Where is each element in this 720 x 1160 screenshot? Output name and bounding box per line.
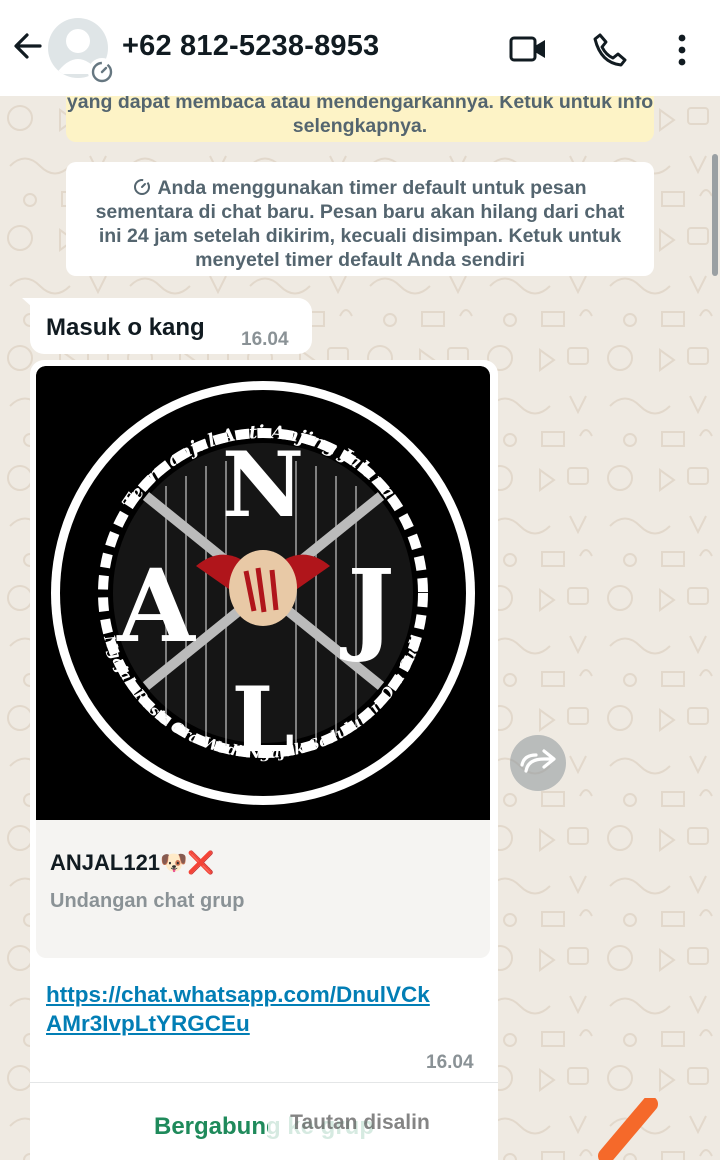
timer-notice-text: Anda menggunakan timer default untuk pes…	[95, 177, 625, 271]
back-button[interactable]	[10, 28, 46, 64]
kebab-menu-icon	[678, 34, 686, 66]
incoming-message[interactable]: Masuk o kang 16.04	[30, 298, 312, 354]
group-logo-image: N A J L Team anjal Anti Anjing Jalanan N…	[36, 366, 490, 820]
svg-text:A: A	[116, 547, 196, 665]
invite-subtitle: Undangan chat grup	[50, 890, 245, 912]
video-call-button[interactable]	[508, 30, 548, 70]
message-time: 16.04	[426, 1052, 474, 1073]
forward-arrow-icon	[520, 749, 556, 773]
svg-text:J: J	[339, 547, 394, 665]
disappearing-timer-icon	[91, 61, 113, 83]
group-photo[interactable]: N A J L Team anjal Anti Anjing Jalanan N…	[36, 366, 490, 820]
pen-stroke-mark	[598, 1098, 658, 1160]
more-options-button[interactable]	[662, 30, 702, 70]
message-text: Masuk o kang	[46, 314, 205, 341]
phone-icon	[593, 33, 627, 67]
invite-link[interactable]: https://chat.whatsapp.com/DnulVCkAMr3Ivp…	[46, 980, 446, 1038]
message-time: 16.04	[241, 329, 289, 350]
group-name: ANJAL121🐶❌	[50, 850, 215, 875]
toast-notification: Tautan disalin	[268, 1090, 452, 1154]
chat-header: +62 812-5238-8953	[0, 0, 720, 96]
contact-name[interactable]: +62 812-5238-8953	[122, 30, 379, 63]
video-call-icon	[509, 36, 545, 62]
forward-button[interactable]	[510, 735, 566, 791]
disappearing-timer-notice[interactable]: Anda menggunakan timer default untuk pes…	[66, 162, 654, 276]
encryption-notice-text: yang dapat membaca atau mendengarkannya.…	[66, 91, 654, 137]
svg-text:N: N	[222, 432, 304, 538]
group-invite-card[interactable]: N A J L Team anjal Anti Anjing Jalanan N…	[36, 366, 490, 958]
group-invite-message[interactable]: N A J L Team anjal Anti Anjing Jalanan N…	[30, 360, 498, 1160]
scrollbar[interactable]	[712, 154, 718, 276]
disappearing-timer-badge	[88, 58, 116, 86]
arrow-left-icon	[14, 33, 42, 59]
voice-call-button[interactable]	[590, 30, 630, 70]
disappearing-timer-icon	[134, 179, 151, 195]
